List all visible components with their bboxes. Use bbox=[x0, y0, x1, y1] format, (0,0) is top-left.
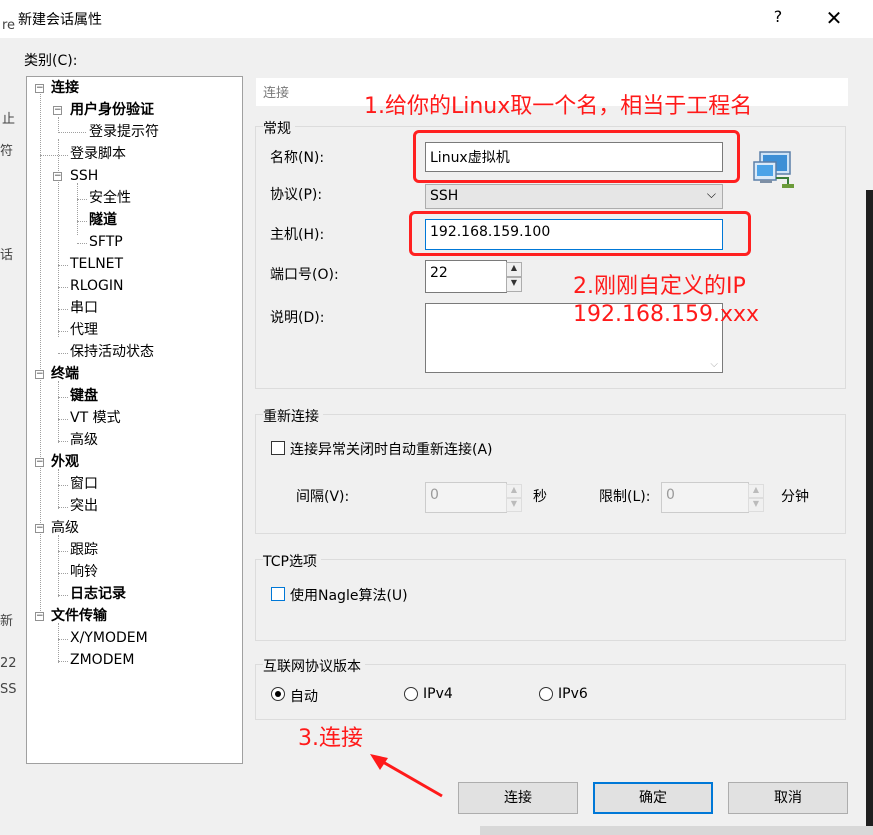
category-tree[interactable]: − 连接 − 用户身份验证 登录提示符 登录脚本 − SSH 安全性 隧道 SF… bbox=[26, 76, 243, 764]
collapse-icon[interactable]: − bbox=[35, 524, 44, 533]
ok-button[interactable]: 确定 bbox=[593, 782, 713, 814]
connect-button[interactable]: 连接 bbox=[458, 782, 578, 814]
cancel-button[interactable]: 取消 bbox=[728, 782, 848, 814]
annotation-2-line2: 192.168.159.xxx bbox=[573, 302, 760, 327]
limit-up-icon[interactable]: ▲ bbox=[748, 484, 764, 498]
collapse-icon[interactable]: − bbox=[35, 84, 44, 93]
tree-item-security[interactable]: 安全性 bbox=[89, 188, 131, 208]
tree-item-proxy[interactable]: 代理 bbox=[70, 320, 98, 340]
reconnect-checkbox[interactable] bbox=[271, 441, 285, 455]
port-label: 端口号(O): bbox=[270, 267, 339, 283]
edge-fragment: 话 bbox=[0, 248, 14, 263]
host-label: 主机(H): bbox=[270, 227, 325, 243]
tree-item-login-script[interactable]: 登录脚本 bbox=[70, 144, 126, 164]
annotation-box-name bbox=[413, 130, 740, 183]
edge-fragment: 符 bbox=[0, 144, 14, 159]
general-group-label: 常规 bbox=[263, 118, 295, 138]
annotation-3: 3.连接 bbox=[298, 726, 363, 751]
tree-item-tunnel[interactable]: 隧道 bbox=[89, 210, 117, 230]
protocol-select[interactable]: SSH ⌵ bbox=[425, 184, 723, 209]
tree-item-rlogin[interactable]: RLOGIN bbox=[70, 276, 124, 296]
ipv6-label: IPv6 bbox=[558, 686, 588, 702]
ipv4-radio[interactable] bbox=[404, 687, 418, 701]
close-icon[interactable]: ✕ bbox=[822, 6, 846, 30]
window-title: 新建会话属性 bbox=[18, 12, 102, 28]
reconnect-group-label: 重新连接 bbox=[263, 406, 323, 426]
scroll-down-icon[interactable]: ⌵ bbox=[710, 359, 718, 370]
limit-field[interactable]: 0 bbox=[661, 482, 749, 513]
background-window-edge bbox=[866, 190, 873, 835]
port-up-icon[interactable]: ▲ bbox=[506, 262, 522, 277]
tree-item-auth[interactable]: 用户身份验证 bbox=[70, 100, 154, 120]
network-computer-icon bbox=[753, 151, 794, 188]
port-field[interactable]: 22 bbox=[425, 260, 507, 293]
collapse-icon[interactable]: − bbox=[35, 458, 44, 467]
edge-fragment: SS bbox=[0, 682, 17, 697]
ip-auto-label: 自动 bbox=[290, 689, 318, 705]
interval-down-icon[interactable]: ▼ bbox=[506, 498, 522, 512]
tree-item-trace[interactable]: 跟踪 bbox=[70, 540, 98, 560]
tree-item-login-prompt[interactable]: 登录提示符 bbox=[89, 122, 159, 142]
limit-label: 限制(L): bbox=[599, 489, 651, 505]
nagle-checkbox[interactable] bbox=[271, 587, 285, 601]
tree-item-vt-mode[interactable]: VT 模式 bbox=[70, 408, 121, 428]
interval-up-icon[interactable]: ▲ bbox=[506, 484, 522, 498]
reconnect-checkbox-label: 连接异常关闭时自动重新连接(A) bbox=[290, 442, 493, 458]
description-label: 说明(D): bbox=[270, 310, 325, 326]
nagle-checkbox-label: 使用Nagle算法(U) bbox=[290, 588, 408, 604]
edge-fragment: 新 bbox=[0, 614, 14, 629]
tree-item-ssh[interactable]: SSH bbox=[70, 166, 98, 186]
ip-auto-radio[interactable] bbox=[271, 687, 285, 701]
collapse-icon[interactable]: − bbox=[53, 106, 62, 115]
collapse-icon[interactable]: − bbox=[35, 370, 44, 379]
ipv4-label: IPv4 bbox=[423, 686, 453, 702]
tree-item-advanced[interactable]: 高级 bbox=[51, 518, 79, 538]
reconnect-group bbox=[255, 414, 846, 534]
name-label: 名称(N): bbox=[270, 150, 325, 166]
annotation-arrow-icon bbox=[370, 754, 443, 798]
ipv6-radio[interactable] bbox=[539, 687, 553, 701]
limit-down-icon[interactable]: ▼ bbox=[748, 498, 764, 512]
ip-version-group-label: 互联网协议版本 bbox=[263, 656, 365, 676]
collapse-icon[interactable]: − bbox=[53, 172, 62, 181]
tree-item-serial[interactable]: 串口 bbox=[70, 298, 98, 318]
edge-fragment: 22 bbox=[0, 656, 17, 671]
category-label: 类别(C): bbox=[24, 53, 78, 69]
seconds-label: 秒 bbox=[533, 489, 547, 505]
tree-item-window[interactable]: 窗口 bbox=[70, 474, 98, 494]
tree-item-terminal[interactable]: 终端 bbox=[51, 364, 79, 384]
title-bar bbox=[0, 0, 873, 38]
tree-item-bell[interactable]: 响铃 bbox=[70, 562, 98, 582]
edge-fragment: re bbox=[2, 18, 16, 33]
tcp-group-label: TCP选项 bbox=[263, 551, 321, 571]
chevron-down-icon: ⌵ bbox=[706, 187, 716, 201]
collapse-icon[interactable]: − bbox=[35, 612, 44, 621]
tree-item-logging[interactable]: 日志记录 bbox=[70, 584, 126, 604]
tree-item-keepalive[interactable]: 保持活动状态 bbox=[70, 342, 154, 362]
help-button[interactable]: ? bbox=[768, 7, 788, 29]
protocol-value: SSH bbox=[430, 188, 459, 204]
annotation-box-host bbox=[409, 211, 751, 256]
tree-item-sftp[interactable]: SFTP bbox=[89, 232, 123, 252]
tree-item-zmodem[interactable]: ZMODEM bbox=[70, 650, 134, 670]
tree-item-connection[interactable]: 连接 bbox=[51, 78, 79, 98]
background-window-edge bbox=[480, 826, 873, 835]
tree-item-xymodem[interactable]: X/YMODEM bbox=[70, 628, 148, 648]
annotation-1: 1.给你的Linux取一个名，相当于工程名 bbox=[364, 94, 753, 119]
tree-item-file-transfer[interactable]: 文件传输 bbox=[51, 606, 107, 626]
tree-item-terminal-advanced[interactable]: 高级 bbox=[70, 430, 98, 450]
protocol-label: 协议(P): bbox=[270, 187, 323, 203]
interval-label: 间隔(V): bbox=[296, 489, 350, 505]
interval-field[interactable]: 0 bbox=[425, 482, 507, 513]
edge-fragment: 止 bbox=[2, 112, 16, 127]
tree-item-appearance[interactable]: 外观 bbox=[51, 452, 79, 472]
port-down-icon[interactable]: ▼ bbox=[506, 277, 522, 292]
annotation-2-line1: 2.刚刚自定义的IP bbox=[573, 274, 746, 299]
tree-item-keyboard[interactable]: 键盘 bbox=[70, 386, 98, 406]
panel-header-title: 连接 bbox=[263, 86, 290, 101]
tree-item-highlight[interactable]: 突出 bbox=[70, 496, 98, 516]
tree-item-telnet[interactable]: TELNET bbox=[70, 254, 123, 274]
minutes-label: 分钟 bbox=[781, 489, 809, 505]
